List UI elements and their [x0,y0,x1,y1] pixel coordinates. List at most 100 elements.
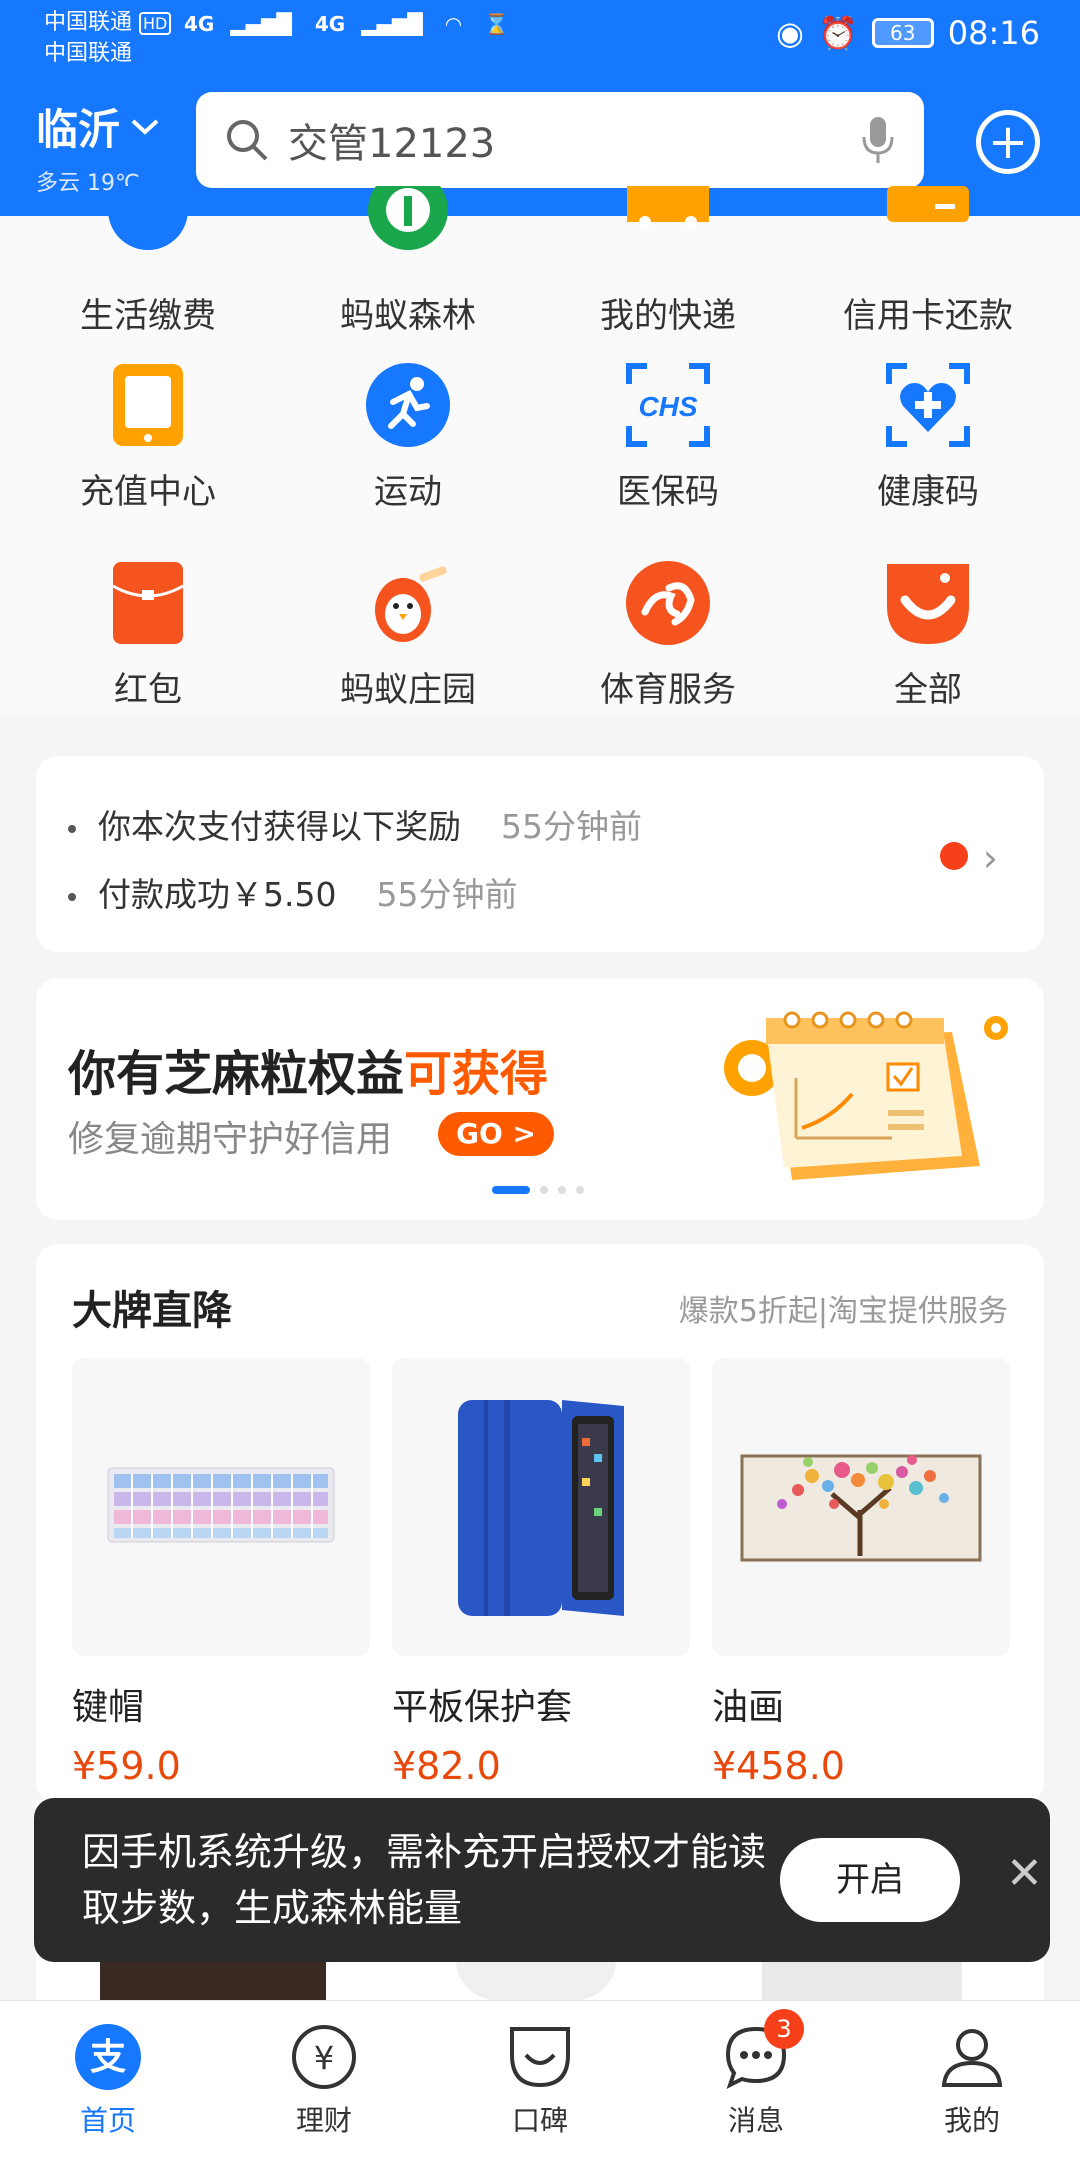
product-price: ¥59.0 [72,1744,181,1788]
product-card[interactable]: 平板保护套 ¥82.0 [392,1358,690,1788]
eye-icon: ◉ [776,14,804,52]
health-code-icon [885,362,971,448]
section-subtitle[interactable]: 爆款5折起|淘宝提供服务 [679,1286,1008,1330]
carrier-info: 中国联通 HD 中国联通 [44,8,172,69]
hd-badge: HD [139,12,172,35]
grid-item-bill[interactable]: 生活缴费 [13,170,283,337]
tab-messages[interactable]: 3 消息 [648,2009,864,2139]
grid-item-red-packet[interactable]: 红包 [13,560,283,711]
credit-card-icon [885,186,971,272]
sports-service-icon [625,560,711,646]
grid-item-forest[interactable]: 蚂蚁森林 [273,170,543,337]
svg-text:CHS: CHS [638,391,697,422]
tab-label: 消息 [727,2104,784,2137]
grid-label: 信用卡还款 [843,296,1013,336]
tab-finance[interactable]: ¥ 理财 [216,2023,432,2139]
forest-icon [365,170,451,272]
close-icon[interactable]: ✕ [1006,1848,1043,1899]
notice-time: 55分钟前 [376,875,518,914]
grid-label: 红包 [114,670,182,710]
grid-item-express[interactable]: 我的快递 [533,186,803,337]
phone-recharge-icon [105,362,191,448]
grid-label: 充值中心 [80,472,216,512]
notice-line-1: 你本次支付获得以下奖励 55分钟前 [68,800,642,848]
svg-text:支: 支 [90,2037,126,2078]
grid-item-credit-card[interactable]: 信用卡还款 [793,186,1063,337]
promo-title: 你有芝麻粒权益可获得 [68,1034,548,1104]
hourglass-icon: ⌛ [484,12,509,36]
bullet-icon [68,892,76,901]
tab-mine[interactable]: 我的 [864,2023,1080,2139]
search-bar[interactable]: 交管12123 [196,92,924,188]
clock-time: 08:16 [947,14,1040,52]
go-button[interactable]: GO > [438,1112,554,1156]
alipay-home-icon: 支 [74,2023,142,2091]
grid-item-health-code[interactable]: 健康码 [793,362,1063,513]
tab-label: 我的 [943,2104,1000,2137]
status-right: ◉ ⏰ 63 08:16 [776,14,1040,52]
tab-home[interactable]: 支 首页 [0,2023,216,2139]
grid-label: 蚂蚁森林 [340,296,476,336]
enable-button[interactable]: 开启 [780,1838,960,1922]
grid-label: 运动 [374,472,442,512]
all-services-icon [885,560,971,646]
bill-icon [105,170,191,272]
bottom-tab-bar: 支 首页 ¥ 理财 口碑 3 消息 我的 [0,2000,1080,2160]
chevron-down-icon [131,119,159,135]
signal-icon: ▂▄▆█ [230,12,292,36]
koubei-icon [506,2023,574,2091]
grid-item-medical[interactable]: CHS 医保码 [533,362,803,513]
add-button[interactable]: + [976,110,1040,174]
red-packet-icon [105,560,191,646]
promo-title-main: 你有芝麻粒权益 [68,1046,405,1102]
tab-label: 理财 [295,2104,352,2137]
carrier-2: 中国联通 [44,41,133,66]
medical-insurance-icon: CHS [625,362,711,448]
tab-koubei[interactable]: 口碑 [432,2023,648,2139]
grid-item-all[interactable]: 全部 [793,560,1063,711]
promo-subtitle: 修复逾期守护好信用 [68,1119,393,1160]
chevron-right-icon: › [982,836,998,880]
grid-item-recharge[interactable]: 充值中心 [13,362,283,513]
status-bar: 中国联通 HD 中国联通 4G ▂▄▆█ 4G ▂▄▆█ ◠ ⌛ ◉ ⏰ 63 08… [0,0,1080,76]
product-name: 油画 [712,1687,785,1728]
tablet-case-image [392,1358,690,1656]
grid-label: 健康码 [877,472,979,512]
permission-toast: 因手机系统升级，需补充开启授权才能读取步数，生成森林能量 开启 ✕ [34,1798,1050,1962]
yuan-icon: ¥ [290,2023,358,2091]
promo-title-highlight: 可获得 [404,1046,549,1102]
sport-icon [365,362,451,448]
farm-chick-icon [365,560,451,646]
express-icon [625,186,711,272]
alarm-icon: ⏰ [817,14,858,52]
carousel-dot [540,1186,548,1194]
unread-dot [940,842,968,870]
brand-discount-section: 大牌直降 爆款5折起|淘宝提供服务 键帽 ¥59.0 平板保护套 ¥82.0 油… [36,1244,1044,1804]
product-price: ¥82.0 [392,1744,501,1788]
microphone-icon[interactable] [860,115,896,165]
chat-bubble-icon: 3 [722,2009,804,2091]
location-selector[interactable]: 临沂 多云 19℃ [36,96,160,197]
svg-text:¥: ¥ [314,2039,334,2077]
notice-text: 你本次支付获得以下奖励 [98,807,461,846]
grid-item-sports-service[interactable]: 体育服务 [533,560,803,711]
grid-label: 生活缴费 [80,296,216,336]
signal-icon: ▂▄▆█ [361,12,423,36]
search-icon [227,120,268,161]
keycaps-image [72,1358,370,1656]
carousel-dot-active [492,1186,530,1194]
product-card[interactable]: 键帽 ¥59.0 [72,1358,370,1788]
oil-painting-image [712,1358,1010,1656]
grid-item-farm[interactable]: 蚂蚁庄园 [273,560,543,711]
user-icon [938,2023,1006,2091]
search-input[interactable]: 交管12123 [288,111,860,169]
product-card[interactable]: 油画 ¥458.0 [712,1358,1010,1788]
top-header: 中国联通 HD 中国联通 4G ▂▄▆█ 4G ▂▄▆█ ◠ ⌛ ◉ ⏰ 63 08… [0,0,1080,216]
grid-item-sport[interactable]: 运动 [273,362,543,513]
promo-banner[interactable]: 你有芝麻粒权益可获得 修复逾期守护好信用 GO > [36,978,1044,1220]
notice-time: 55分钟前 [501,807,642,846]
calendar-illustration [724,1011,1008,1180]
payment-notice-card[interactable]: 你本次支付获得以下奖励 55分钟前 付款成功￥5.50 55分钟前 › [36,756,1044,952]
tab-label: 口碑 [511,2104,568,2137]
battery-icon: 63 [871,18,934,48]
